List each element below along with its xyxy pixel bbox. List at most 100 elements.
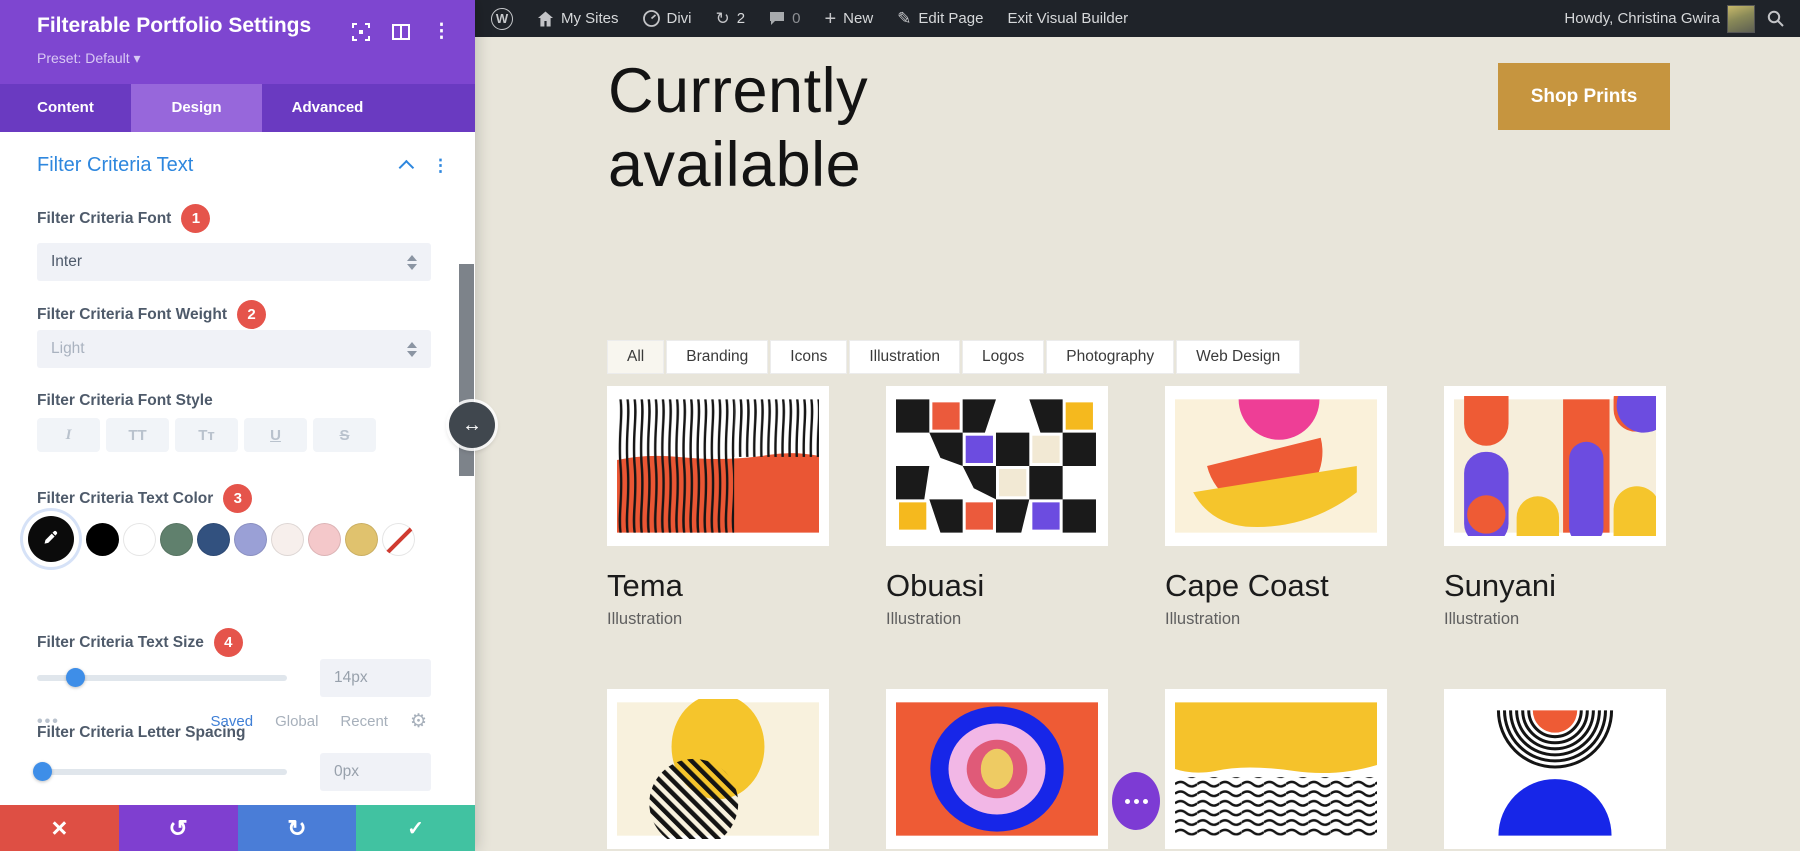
preset-selector[interactable]: Preset: Default ▾	[37, 50, 141, 67]
portfolio-card-tema: Tema Illustration	[607, 386, 829, 629]
portfolio-image-8[interactable]	[1444, 689, 1666, 849]
divi-gauge-icon	[643, 10, 660, 27]
user-avatar	[1727, 5, 1755, 33]
color-swatch-white[interactable]	[123, 523, 156, 556]
panel-title: Filterable Portfolio Settings	[37, 14, 311, 38]
letter-spacing-field-label: Filter Criteria Letter Spacing	[37, 724, 245, 742]
undo-button[interactable]: ↺	[119, 805, 238, 851]
filter-branding[interactable]: Branding	[666, 340, 768, 374]
step-badge-3: 3	[223, 484, 252, 513]
project-title[interactable]: Cape Coast	[1165, 568, 1387, 604]
color-swatch-blush[interactable]	[271, 523, 304, 556]
project-title[interactable]: Tema	[607, 568, 829, 604]
tab-advanced[interactable]: Advanced	[262, 84, 393, 132]
filter-icons[interactable]: Icons	[770, 340, 847, 374]
filter-all[interactable]: All	[607, 340, 664, 374]
portfolio-image-7[interactable]	[1165, 689, 1387, 849]
portfolio-card-7	[1165, 689, 1387, 849]
settings-panel-footer: × ↺ ↻ ✓	[0, 805, 475, 851]
filter-logos[interactable]: Logos	[962, 340, 1044, 374]
panel-menu-icon[interactable]: ⋮	[432, 20, 451, 43]
wordpress-menu-item[interactable]: W	[491, 8, 513, 30]
section-title-filter-criteria-text[interactable]: Filter Criteria Text	[37, 154, 193, 177]
strikethrough-style-button[interactable]: S	[313, 418, 376, 452]
letter-spacing-slider-thumb[interactable]	[33, 762, 52, 781]
filter-photography[interactable]: Photography	[1046, 340, 1174, 374]
portfolio-image-obuasi[interactable]	[886, 386, 1108, 546]
panel-resize-handle[interactable]: ↔	[449, 402, 495, 448]
portfolio-image-tema[interactable]	[607, 386, 829, 546]
step-badge-4: 4	[214, 628, 243, 657]
portfolio-card-8	[1444, 689, 1666, 849]
project-category: Illustration	[1444, 610, 1666, 629]
collapse-section-chevron-icon[interactable]	[399, 160, 415, 176]
color-settings-gear-icon[interactable]: ⚙	[410, 710, 427, 733]
font-weight-select[interactable]: Light	[37, 330, 431, 368]
color-swatch-pink[interactable]	[308, 523, 341, 556]
portfolio-card-cape-coast: Cape Coast Illustration	[1165, 386, 1387, 629]
settings-panel-body: Filter Criteria Text ⋮ Filter Criteria F…	[0, 132, 475, 805]
letter-spacing-slider[interactable]	[37, 769, 287, 775]
portfolio-image-5[interactable]	[607, 689, 829, 849]
uppercase-style-button[interactable]: TT	[106, 418, 169, 452]
font-select[interactable]: Inter	[37, 243, 431, 281]
shop-prints-button[interactable]: Shop Prints	[1498, 63, 1670, 130]
redo-button[interactable]: ↻	[238, 805, 357, 851]
tab-content[interactable]: Content	[0, 84, 131, 132]
edit-page-menu-item[interactable]: ✎ Edit Page	[897, 10, 983, 27]
color-swatch-green[interactable]	[160, 523, 193, 556]
admin-search-button[interactable]	[1767, 10, 1784, 27]
filter-illustration[interactable]: Illustration	[849, 340, 960, 374]
divi-menu-item[interactable]: Divi	[643, 10, 692, 27]
portfolio-image-sunyani[interactable]	[1444, 386, 1666, 546]
global-colors-link[interactable]: Global	[275, 713, 318, 730]
text-size-slider[interactable]	[37, 675, 287, 681]
refresh-icon: ↻	[716, 10, 730, 27]
comments-menu-item[interactable]: 0	[769, 10, 800, 27]
color-swatch-none[interactable]	[382, 523, 415, 556]
redo-icon: ↻	[287, 815, 306, 842]
text-size-field-label: Filter Criteria Text Size 4	[37, 628, 243, 657]
small-caps-style-button[interactable]: Tᴛ	[175, 418, 238, 452]
filter-web-design[interactable]: Web Design	[1176, 340, 1300, 374]
howdy-account-menu-item[interactable]: Howdy, Christina Gwira	[1564, 5, 1755, 33]
plus-icon: +	[824, 9, 836, 29]
panel-layout-icon[interactable]	[392, 24, 410, 40]
tab-design[interactable]: Design	[131, 84, 262, 132]
my-sites-menu-item[interactable]: My Sites	[537, 10, 619, 27]
color-picker-eyedropper-button[interactable]	[28, 516, 74, 562]
project-title[interactable]: Sunyani	[1444, 568, 1666, 604]
project-title[interactable]: Obuasi	[886, 568, 1108, 604]
portfolio-grid-row-1: Tema Illustration	[607, 386, 1666, 629]
portfolio-image-cape-coast[interactable]	[1165, 386, 1387, 546]
wp-admin-bar: W My Sites Divi ↻ 2 0 + New	[475, 0, 1800, 37]
text-size-slider-thumb[interactable]	[66, 668, 85, 687]
focus-expand-icon[interactable]	[352, 23, 370, 41]
discard-button[interactable]: ×	[0, 805, 119, 851]
house-icon	[537, 11, 554, 27]
updates-menu-item[interactable]: ↻ 2	[716, 10, 746, 27]
recent-colors-link[interactable]: Recent	[340, 713, 388, 730]
portfolio-image-6[interactable]	[886, 689, 1108, 849]
color-swatch-gold[interactable]	[345, 523, 378, 556]
font-field-label: Filter Criteria Font 1	[37, 204, 210, 233]
color-swatch-navy[interactable]	[197, 523, 230, 556]
exit-visual-builder-menu-item[interactable]: Exit Visual Builder	[1007, 10, 1128, 27]
text-size-input[interactable]	[320, 659, 431, 697]
save-button[interactable]: ✓	[356, 805, 475, 851]
italic-style-button[interactable]: I	[37, 418, 100, 452]
new-content-menu-item[interactable]: + New	[824, 9, 873, 29]
portfolio-card-sunyani: Sunyani Illustration	[1444, 386, 1666, 629]
settings-tabs: Content Design Advanced	[0, 84, 475, 132]
underline-style-button[interactable]: U	[244, 418, 307, 452]
section-menu-icon[interactable]: ⋮	[432, 156, 449, 176]
font-weight-field-label: Filter Criteria Font Weight 2	[37, 300, 266, 329]
color-swatch-periwinkle[interactable]	[234, 523, 267, 556]
color-swatch-black[interactable]	[86, 523, 119, 556]
pencil-icon: ✎	[897, 10, 911, 27]
letter-spacing-input[interactable]	[320, 753, 431, 791]
row-options-dots-button[interactable]	[1112, 772, 1160, 830]
wordpress-logo-icon: W	[491, 8, 513, 30]
close-icon: ×	[51, 815, 67, 842]
project-category: Illustration	[1165, 610, 1387, 629]
